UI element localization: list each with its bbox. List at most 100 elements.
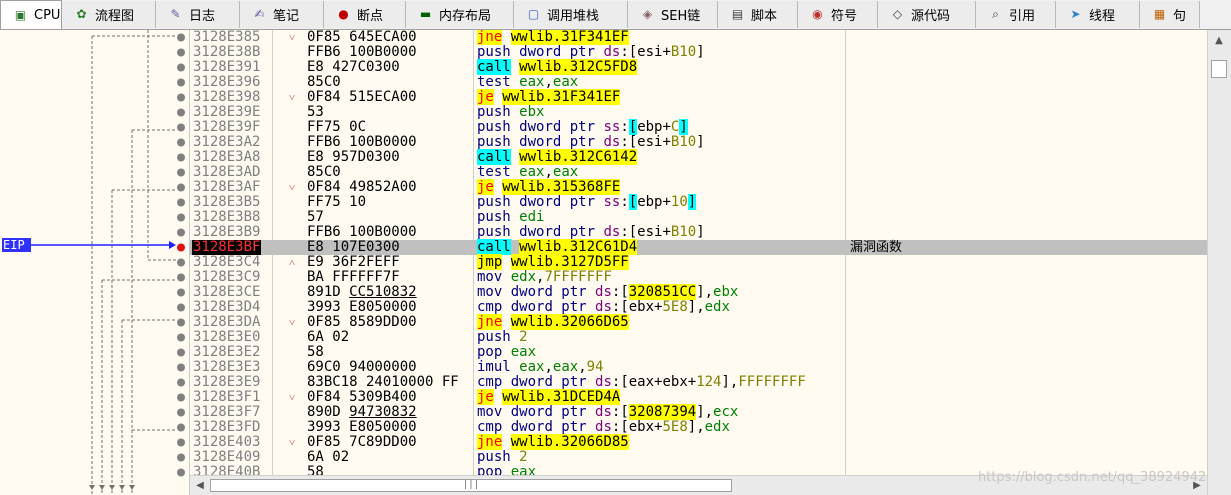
tab-symbols[interactable]: ◉ 符号 xyxy=(798,1,878,28)
scroll-up-button[interactable]: ▲ xyxy=(1210,32,1228,50)
asm-token: wwlib.32066D65 xyxy=(510,314,629,330)
jump-direction-icon: ˅ xyxy=(289,391,296,404)
instruction-row[interactable]: 3128E3E3 69C0 94000000 imul eax,eax,94 xyxy=(190,360,1207,375)
instruction-row[interactable]: 3128E3B5 FF75 10 push dword ptr ss:[ebp+10… xyxy=(190,194,1207,210)
disassembly-cell: jmp wwlib.3127D5FF xyxy=(477,254,629,270)
instruction-row[interactable]: 3128E3E2 58 pop eax xyxy=(190,345,1207,360)
vertical-scrollbar[interactable]: ▲ xyxy=(1207,30,1231,495)
tab-memory-map[interactable]: ▬ 内存布局 xyxy=(406,1,514,28)
instruction-row[interactable]: 3128E39F FF75 0C push dword ptr ss:[ebp+C] xyxy=(190,119,1207,135)
asm-token: mov xyxy=(477,284,503,300)
bytes-cell: 57 xyxy=(307,210,324,225)
tab-threads[interactable]: ➤ 线程 xyxy=(1056,1,1140,28)
address-cell: 3128E391 xyxy=(193,59,261,75)
arrowhead xyxy=(109,485,115,490)
bytes-text: 6A 02 xyxy=(307,329,350,345)
instruction-row[interactable]: 3128E3F7 890D 94730832 mov dword ptr ds:[3… xyxy=(190,404,1207,420)
tab-breakpoint[interactable]: ● 断点 xyxy=(324,1,406,28)
instruction-row[interactable]: 3128E398 ˅ 0F84 515ECA00 je wwlib.31F341EF xyxy=(190,89,1207,105)
asm-token: jne xyxy=(477,434,503,450)
instruction-row[interactable]: 3128E385 ˅ 0F85 645ECA00 jne wwlib.31F341EF xyxy=(190,30,1207,45)
asm-token: eax xyxy=(552,74,579,90)
instruction-row[interactable]: 3128E403 ˅ 0F85 7C89DD00 jne wwlib.32066D85 xyxy=(190,434,1207,450)
tab-label: 流程图 xyxy=(95,9,135,24)
bytes-cell: 0F84 515ECA00 xyxy=(307,90,417,105)
tab-source-code[interactable]: ◇ 源代码 xyxy=(878,1,976,28)
asm-token: dword ptr xyxy=(510,374,587,390)
tab-cpu[interactable]: ▣ CPU xyxy=(0,0,62,29)
instruction-row[interactable]: 3128E3C4 ˄ E9 36F2FEFF jmp wwlib.3127D5FF xyxy=(190,254,1207,270)
instruction-row[interactable]: 3128E39E 53 push ebx xyxy=(190,105,1207,120)
asm-token: 32087394 xyxy=(628,404,697,420)
bytes-text: E8 957D0300 xyxy=(307,149,400,165)
disassembly-cell: je wwlib.31F341EF xyxy=(477,89,621,105)
bytes-cell: 891D CC510832 xyxy=(307,285,417,300)
address-cell: 3128E3E0 xyxy=(193,329,261,345)
asm-token: wwlib.312C5FD8 xyxy=(519,59,638,75)
bytes-text: 85C0 xyxy=(307,164,341,180)
tab-notes[interactable]: ✍ 笔记 xyxy=(240,1,324,28)
scroll-left-button[interactable]: ◀ xyxy=(191,477,209,495)
tab-seh-chain[interactable]: ◈ SEH链 xyxy=(628,1,718,28)
asm-token xyxy=(511,149,519,165)
tab-log[interactable]: ✎ 日志 xyxy=(156,1,240,28)
address-cell: 3128E3B9 xyxy=(193,224,261,240)
instruction-row[interactable]: 3128E3DA ˅ 0F85 8589DD00 jne wwlib.32066D65 xyxy=(190,314,1207,330)
instruction-row[interactable]: 3128E3FD 3993 E8050000 cmp dword ptr ds:[e… xyxy=(190,420,1207,435)
tab-references[interactable]: ⌕ 引用 xyxy=(976,1,1056,28)
jump-arrows-graph xyxy=(30,30,185,495)
disassembly-cell: push dword ptr ds:[esi+B10] xyxy=(477,135,705,150)
tab-label: 源代码 xyxy=(911,9,951,24)
address-cell: 3128E40B xyxy=(193,464,261,476)
instruction-row[interactable]: 3128E3F1 ˅ 0F84 5309B400 je wwlib.31DCED4A xyxy=(190,389,1207,405)
asm-token: , xyxy=(544,164,553,180)
horizontal-scroll-thumb[interactable]: ||| xyxy=(210,479,732,492)
instruction-row[interactable]: 3128E391 E8 427C0300 call wwlib.312C5FD8 xyxy=(190,59,1207,75)
instruction-row[interactable]: 3128E409 6A 02 push 2 xyxy=(190,450,1207,465)
instruction-row[interactable]: 3128E3B8 57 push edi xyxy=(190,210,1207,225)
disassembly-view[interactable]: 3128E385 ˅ 0F85 645ECA00 jne wwlib.31F341EF… xyxy=(190,30,1207,475)
memory-map-icon: ▬ xyxy=(419,7,432,21)
bytes-cell: 3993 E8050000 xyxy=(307,420,417,435)
disassembly-cell: push dword ptr ss:[ebp+10] xyxy=(477,194,697,210)
asm-token: cmp xyxy=(477,299,503,315)
bytes-cell: 69C0 94000000 xyxy=(307,360,417,375)
asm-token: wwlib.312C61D4 xyxy=(519,239,638,255)
instruction-row[interactable]: 3128E3E0 6A 02 push 2 xyxy=(190,330,1207,345)
comment-cell: 漏洞函数 xyxy=(850,240,903,255)
instruction-row[interactable]: 3128E3AD 85C0 test eax,eax xyxy=(190,165,1207,180)
instruction-row[interactable]: 3128E3A8 E8 957D0300 call wwlib.312C6142 xyxy=(190,149,1207,165)
vertical-scroll-thumb[interactable] xyxy=(1211,60,1227,78)
instruction-row[interactable]: 3128E3E9 83BC18 24010000 FF cmp dword ptr … xyxy=(190,375,1207,390)
tab-script[interactable]: ▤ 脚本 xyxy=(718,1,798,28)
instruction-row[interactable]: 3128E3AF ˅ 0F84 49852A00 je wwlib.315368FE xyxy=(190,179,1207,195)
asm-token xyxy=(511,194,519,210)
instruction-row[interactable]: 3128E3B9 FFB6 100B0000 push dword ptr ds:[… xyxy=(190,225,1207,240)
asm-token xyxy=(511,449,519,465)
breakpoint-dot xyxy=(177,93,185,102)
asm-token: edi xyxy=(519,209,545,225)
address-cell: 3128E396 xyxy=(193,74,261,90)
instruction-row[interactable]: 3128E38B FFB6 100B0000 push dword ptr ds:[… xyxy=(190,45,1207,60)
jump-direction-icon: ˅ xyxy=(289,436,296,449)
current-instruction-row[interactable]: 3128E3BF E8 107E0300 call wwlib.312C61D4 漏洞… xyxy=(190,239,1207,255)
relocated-bytes: CC510832 xyxy=(349,284,417,300)
tab-handles[interactable]: ▦ 句 xyxy=(1140,1,1200,28)
tab-flowchart[interactable]: ✿ 流程图 xyxy=(62,1,156,28)
instruction-row[interactable]: 3128E3A2 FFB6 100B0000 push dword ptr ds:[… xyxy=(190,135,1207,150)
disassembly-cell: je wwlib.315368FE xyxy=(477,179,621,195)
relocated-bytes: 94730832 xyxy=(349,404,417,420)
asm-token: ], xyxy=(687,299,705,315)
asm-token: :[esi+ xyxy=(620,224,671,240)
breakpoint-icon: ● xyxy=(338,7,349,21)
instruction-row[interactable]: 3128E3CE 891D CC510832 mov dword ptr ds:[3… xyxy=(190,284,1207,300)
tab-call-stack[interactable]: ▢ 调用堆栈 xyxy=(514,1,628,28)
asm-token: cmp xyxy=(477,419,503,435)
instruction-row[interactable]: 3128E396 85C0 test eax,eax xyxy=(190,75,1207,90)
instruction-row[interactable]: 3128E3C9 BA FFFFFF7F mov edx,7FFFFFFF xyxy=(190,270,1207,285)
asm-token: dword ptr xyxy=(510,284,587,300)
instruction-row[interactable]: 3128E3D4 3993 E8050000 cmp dword ptr ds:[e… xyxy=(190,300,1207,315)
bytes-cell: 0F84 49852A00 xyxy=(307,180,417,195)
bytes-text: 0F84 515ECA00 xyxy=(307,89,417,105)
bytes-text: 0F85 8589DD00 xyxy=(307,314,417,330)
